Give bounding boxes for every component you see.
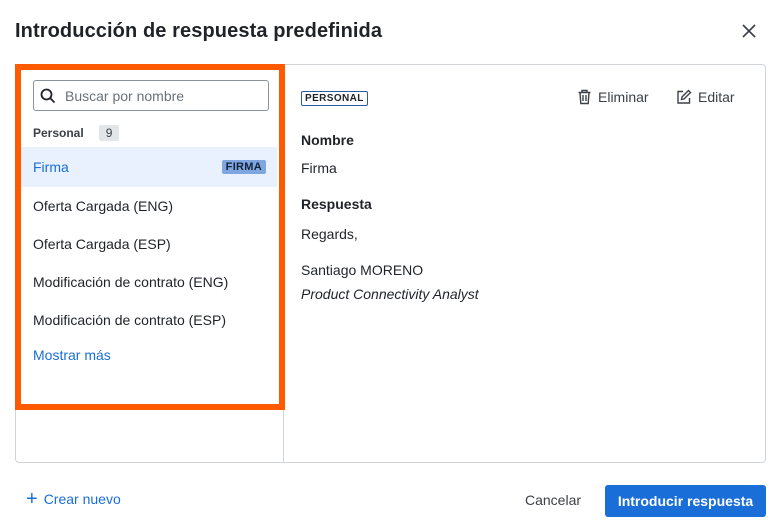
insert-response-button[interactable]: Introducir respuesta <box>605 485 766 517</box>
dialog-title: Introducción de respuesta predefinida <box>15 20 383 42</box>
create-new-button[interactable]: + Crear nuevo <box>26 488 121 510</box>
responses-panel: Personal 9 Firma FIRMA Oferta Cargada (E… <box>15 64 766 463</box>
personal-badge: PERSONAL <box>301 91 368 106</box>
response-line: Regards, <box>301 226 358 242</box>
response-line: Santiago MORENO <box>301 262 424 278</box>
responses-list: Firma FIRMA Oferta Cargada (ENG) Oferta … <box>16 147 277 339</box>
create-new-label: Crear nuevo <box>43 491 121 507</box>
list-item[interactable]: Oferta Cargada (ESP) <box>16 225 277 263</box>
plus-icon: + <box>26 488 38 510</box>
group-label: Personal <box>33 126 84 140</box>
show-more-link[interactable]: Mostrar más <box>33 347 111 363</box>
close-icon <box>742 24 756 38</box>
close-button[interactable] <box>738 20 760 42</box>
list-item-label: Firma <box>33 159 69 175</box>
response-detail-pane: PERSONAL Eliminar Editar Nombre Firma Re… <box>284 65 765 462</box>
group-header: Personal 9 <box>33 125 120 141</box>
trash-icon <box>578 89 591 105</box>
name-value: Firma <box>301 160 337 176</box>
cancel-button[interactable]: Cancelar <box>525 492 581 508</box>
response-label: Respuesta <box>301 196 372 212</box>
item-tag: FIRMA <box>221 160 266 174</box>
search-input[interactable] <box>65 87 255 104</box>
list-item[interactable]: Modificación de contrato (ESP) <box>16 301 277 339</box>
list-item[interactable]: Oferta Cargada (ENG) <box>16 187 277 225</box>
list-item-label: Oferta Cargada (ENG) <box>33 198 174 214</box>
responses-list-pane: Personal 9 Firma FIRMA Oferta Cargada (E… <box>16 65 284 462</box>
name-label: Nombre <box>301 132 354 148</box>
edit-label: Editar <box>698 89 735 105</box>
list-item[interactable]: Modificación de contrato (ENG) <box>16 263 277 301</box>
delete-label: Eliminar <box>598 89 649 105</box>
list-item-label: Modificación de contrato (ENG) <box>33 274 229 290</box>
list-item[interactable]: Firma FIRMA <box>16 147 277 187</box>
list-item-label: Modificación de contrato (ESP) <box>33 312 226 328</box>
list-item-label: Oferta Cargada (ESP) <box>33 236 171 252</box>
search-box[interactable] <box>33 80 269 111</box>
edit-icon <box>677 89 692 104</box>
edit-button[interactable]: Editar <box>676 89 735 105</box>
group-count-badge: 9 <box>98 125 120 141</box>
search-icon <box>40 88 56 103</box>
response-line: Product Connectivity Analyst <box>301 286 479 302</box>
delete-button[interactable]: Eliminar <box>577 89 649 105</box>
